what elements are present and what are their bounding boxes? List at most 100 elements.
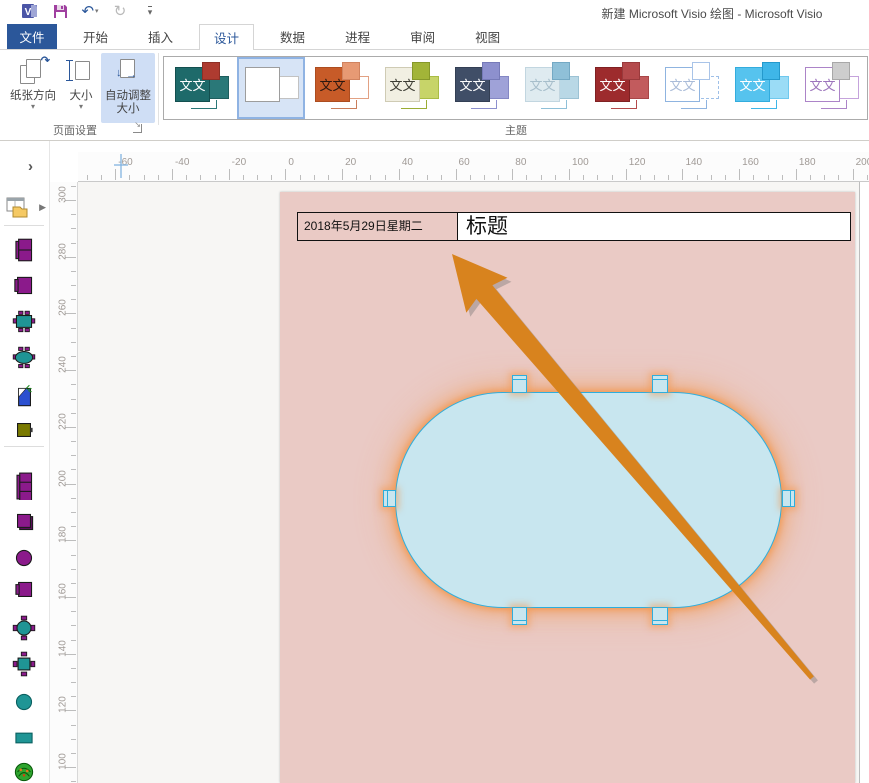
- shape-tab-bottom-left[interactable]: [512, 607, 527, 625]
- themes-gallery: 文文文文文文文文文文文文文文文文文文: [163, 56, 868, 120]
- water-cooler-icon: [10, 382, 38, 410]
- tab-data[interactable]: 数据: [266, 24, 319, 49]
- vruler-label: 100: [58, 750, 69, 774]
- file-cabinet-icon: [10, 416, 38, 444]
- round-stool-icon: [10, 544, 38, 572]
- vruler-label: 180: [58, 523, 69, 547]
- drawing-page[interactable]: 2018年5月29日星期二 标题: [280, 192, 855, 783]
- redo-button[interactable]: ↻: [110, 2, 130, 20]
- hruler-label: 40: [402, 157, 413, 168]
- stencil-shape-sofa-3-seat[interactable]: [8, 471, 40, 501]
- stencil-shape-round-stool[interactable]: [8, 543, 40, 573]
- theme-tile-teal[interactable]: 文文: [169, 59, 233, 117]
- tab-insert[interactable]: 插入: [134, 24, 187, 49]
- expand-shapes-panel-button[interactable]: ›: [28, 161, 33, 173]
- drawing-canvas[interactable]: 2018年5月29日星期二 标题: [78, 182, 859, 783]
- hruler-label: 200: [856, 157, 869, 168]
- ruler-cursor-indicator: [114, 164, 128, 166]
- rectangular-shape-icon: [10, 724, 38, 752]
- visio-window: V ↶▾ ↻ ▾ 新建 Microsoft Visio 绘图 - Microso…: [0, 0, 869, 783]
- page-size-button[interactable]: 大小▾: [64, 53, 98, 123]
- theme-tile-linen-green[interactable]: 文文: [379, 59, 443, 117]
- titlebar: V ↶▾ ↻ ▾ 新建 Microsoft Visio 绘图 - Microso…: [0, 0, 869, 24]
- sofa-3-seat-icon: [10, 472, 38, 500]
- hruler-label: -40: [175, 157, 189, 168]
- hruler-label: -20: [232, 157, 246, 168]
- theme-tile-pale-blue[interactable]: 文文: [519, 59, 583, 117]
- stencil-shape-conference-table[interactable]: [8, 307, 40, 337]
- theme-tile-slate-purple[interactable]: 文文: [449, 59, 513, 117]
- oval-table-shape[interactable]: [395, 392, 782, 608]
- shape-tab-top-left[interactable]: [512, 375, 527, 393]
- save-button[interactable]: [50, 2, 70, 20]
- title-field[interactable]: 标题: [458, 213, 850, 240]
- vruler-label: 300: [58, 183, 69, 207]
- theme-tile-cyan[interactable]: 文文: [729, 59, 793, 117]
- desk-chair-icon: [10, 576, 38, 604]
- undo-button[interactable]: ↶▾: [80, 2, 100, 20]
- stencil-shape-round-table-with-chairs[interactable]: [8, 613, 40, 643]
- paper-orientation-icon: ↷: [18, 57, 48, 87]
- stencil-shape-circular-shape[interactable]: [8, 687, 40, 717]
- shape-tab-right[interactable]: [782, 490, 795, 507]
- workspace: › ▶ 300280260240220200180160140120100 -6…: [0, 141, 869, 783]
- qat-customize-button[interactable]: ▾: [140, 2, 160, 20]
- shape-tab-left[interactable]: [383, 490, 396, 507]
- page-setup-dialog-launcher[interactable]: [133, 124, 142, 133]
- stencil-shape-rectangular-shape[interactable]: [8, 723, 40, 753]
- group-labels: 页面设置 主题: [0, 122, 869, 139]
- theme-tile-none[interactable]: [239, 59, 303, 117]
- svg-text:V: V: [25, 7, 32, 18]
- theme-tile-white-purple-outline[interactable]: 文文: [799, 59, 863, 117]
- vertical-scrollbar[interactable]: [859, 182, 869, 783]
- tab-file[interactable]: 文件: [7, 24, 57, 49]
- quick-access-toolbar: V ↶▾ ↻ ▾: [20, 2, 160, 20]
- theme-tile-orange[interactable]: 文文: [309, 59, 373, 117]
- tab-home[interactable]: 开始: [69, 24, 122, 49]
- tab-design[interactable]: 设计: [199, 24, 254, 50]
- circular-shape-icon: [10, 688, 38, 716]
- couch-2-seat-icon: [10, 236, 38, 264]
- stencil-shape-desk-chair[interactable]: [8, 575, 40, 605]
- stencil-shape-water-cooler[interactable]: [8, 381, 40, 411]
- vruler-label: 200: [58, 466, 69, 490]
- theme-tile-dark-red[interactable]: 文文: [589, 59, 653, 117]
- shape-tab-top-right[interactable]: [652, 375, 668, 393]
- tab-view[interactable]: 视图: [461, 24, 514, 49]
- horizontal-ruler: -60-40-20020406080100120140160180200: [78, 152, 869, 182]
- undo-dropdown-icon[interactable]: ▾: [95, 7, 99, 15]
- shape-tab-bottom-right[interactable]: [652, 607, 668, 625]
- stencil-shape-armchair[interactable]: [8, 271, 40, 301]
- autosize-button[interactable]: ↓ → 自动调整大小: [101, 53, 155, 123]
- hruler-label: 0: [288, 157, 294, 168]
- stencil-shape-storage-box[interactable]: [8, 507, 40, 537]
- stencil-shape-couch-2-seat[interactable]: [8, 235, 40, 265]
- paper-orientation-button[interactable]: ↷ 纸张方向▾: [6, 53, 60, 123]
- vruler-label: 160: [58, 580, 69, 604]
- hruler-label: 140: [685, 157, 702, 168]
- stencil-header[interactable]: ▶: [6, 196, 50, 222]
- sidebar-divider: [4, 446, 44, 447]
- stencil-shape-square-table-with-chairs[interactable]: [8, 649, 40, 679]
- stencil-expand-icon: ▶: [39, 202, 46, 213]
- ribbon: ↷ 纸张方向▾ 大小▾ ↓ → 自动调整大小 文文文文文文文文文文文文文文文文文…: [0, 50, 869, 141]
- stencil-shape-file-cabinet[interactable]: [8, 415, 40, 445]
- window-title: 新建 Microsoft Visio 绘图 - Microsoft Visio: [565, 5, 859, 22]
- hruler-label: 180: [799, 157, 816, 168]
- hruler-label: 20: [345, 157, 356, 168]
- stencil-shape-oval-conference-table[interactable]: [8, 343, 40, 373]
- tab-review[interactable]: 审阅: [396, 24, 449, 49]
- vertical-ruler: 300280260240220200180160140120100: [50, 182, 78, 783]
- open-stencil-icon: [6, 196, 32, 220]
- tab-process[interactable]: 进程: [331, 24, 384, 49]
- ruler-cursor-indicator: [120, 154, 122, 178]
- date-field[interactable]: 2018年5月29日星期二: [298, 213, 458, 240]
- vruler-label: 120: [58, 693, 69, 717]
- stencil-shape-potted-plant[interactable]: [8, 757, 40, 783]
- theme-tile-white-blue-outline[interactable]: 文文: [659, 59, 723, 117]
- hruler-label: 100: [572, 157, 589, 168]
- page-setup-group-label: 页面设置: [53, 125, 97, 137]
- hruler-label: 120: [629, 157, 646, 168]
- title-block[interactable]: 2018年5月29日星期二 标题: [297, 212, 851, 241]
- vruler-label: 260: [58, 296, 69, 320]
